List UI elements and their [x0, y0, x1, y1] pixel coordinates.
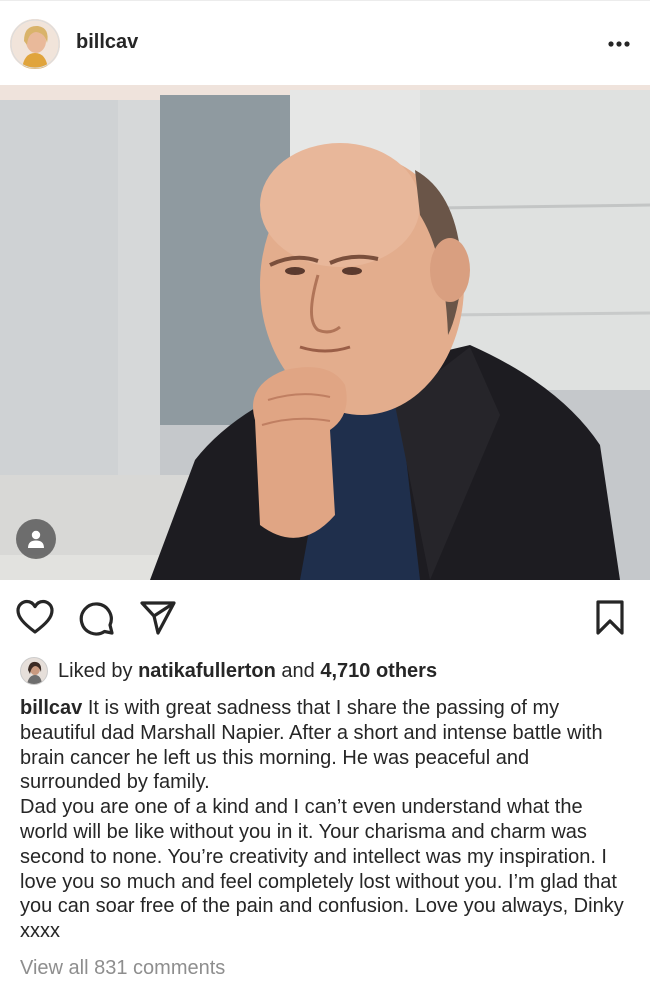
tagged-people-button[interactable] [16, 519, 56, 559]
caption-paragraph-2: Dad you are one of a kind and I can’t ev… [20, 796, 624, 943]
caption-paragraph-1: billcav It is with great sadness that I … [20, 696, 632, 795]
bookmark-icon[interactable] [590, 598, 630, 638]
post-photo[interactable] [0, 85, 650, 580]
caption-username[interactable]: billcav [20, 697, 82, 719]
liker-avatar [20, 657, 48, 685]
likes-prefix: Liked by [58, 659, 139, 682]
liker-username[interactable]: natikafullerton [138, 660, 276, 683]
view-all-comments-link[interactable]: View all 831 comments [20, 957, 225, 980]
post-actions [0, 598, 650, 640]
heart-icon[interactable] [15, 598, 55, 638]
post-caption: billcav It is with great sadness that I … [20, 696, 632, 944]
profile-avatar[interactable] [10, 19, 60, 69]
username[interactable]: billcav [76, 31, 138, 54]
likes-connector: and [275, 659, 321, 682]
share-icon[interactable] [138, 598, 178, 638]
likes-summary[interactable]: Liked by natikafullerton and 4,710 other… [20, 656, 437, 686]
more-options-icon[interactable] [604, 34, 634, 54]
person-icon [28, 530, 44, 548]
comment-icon[interactable] [77, 598, 117, 638]
post-header: billcav [0, 0, 650, 86]
caption-text-1: It is with great sadness that I share th… [20, 697, 603, 794]
likes-count[interactable]: 4,710 others [320, 660, 437, 683]
